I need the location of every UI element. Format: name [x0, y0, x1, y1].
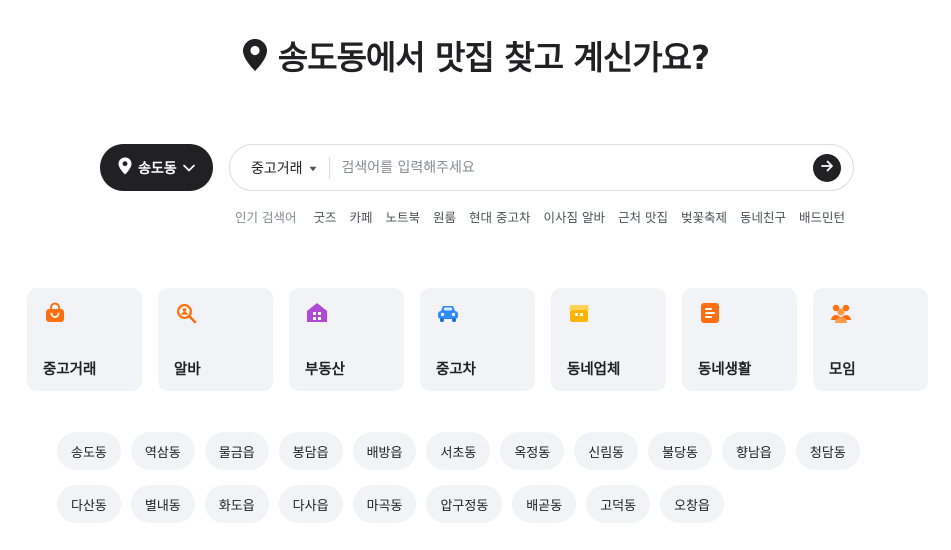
neighborhood-chip[interactable]: 서초동	[426, 432, 491, 470]
category-label: 부동산	[305, 362, 346, 378]
location-pin-icon	[118, 157, 132, 179]
neighborhood-chip[interactable]: 배방읍	[352, 432, 417, 470]
search-input[interactable]	[329, 158, 813, 177]
neighborhood-chip[interactable]: 물금읍	[204, 432, 269, 470]
category-label: 중고차	[436, 362, 477, 378]
car-icon	[436, 301, 460, 325]
hero-title: 송도동에서 맛집 찾고 계신가요?	[0, 30, 951, 80]
popular-keyword[interactable]: 카페	[350, 207, 373, 226]
neighborhood-chip[interactable]: 다사읍	[278, 485, 343, 523]
store-icon	[567, 301, 591, 325]
search-submit-button[interactable]	[813, 153, 841, 182]
category-used-goods[interactable]: 중고거래	[27, 288, 142, 391]
popular-keywords-label: 인기 검색어	[235, 209, 297, 225]
category-label: 알바	[174, 362, 201, 378]
location-label: 송도동	[138, 160, 177, 177]
category-label: 동네생활	[698, 362, 752, 378]
category-list: 중고거래 알바 부동산 중고차 동네업체 동네생활 모임	[27, 288, 928, 391]
popular-keyword[interactable]: 배드민턴	[799, 207, 845, 226]
neighborhood-chip[interactable]: 송도동	[57, 432, 121, 470]
neighborhood-chip[interactable]: 다산동	[57, 485, 121, 523]
group-icon	[829, 301, 853, 325]
neighborhood-chip[interactable]: 별내동	[130, 485, 195, 523]
search-person-icon	[174, 301, 198, 325]
neighborhood-chip[interactable]: 화도읍	[204, 485, 269, 523]
caret-down-icon	[309, 160, 317, 176]
category-label: 동네업체	[567, 362, 621, 378]
neighborhood-chip[interactable]: 압구정동	[426, 485, 503, 523]
popular-keyword[interactable]: 원룸	[433, 207, 456, 226]
popular-keyword[interactable]: 굿즈	[313, 207, 336, 226]
category-label: 중고거래	[43, 362, 97, 378]
neighborhood-chip[interactable]: 청담동	[795, 432, 860, 470]
chevron-down-icon	[183, 160, 195, 176]
location-pin-icon	[242, 38, 268, 72]
popular-keyword[interactable]: 노트북	[386, 207, 421, 226]
location-selector-button[interactable]: 송도동	[100, 144, 213, 191]
category-part-time[interactable]: 알바	[158, 288, 273, 391]
popular-keyword[interactable]: 벚꽃축제	[681, 207, 727, 226]
neighborhood-chip[interactable]: 봉담읍	[278, 432, 343, 470]
category-label: 모임	[829, 362, 856, 378]
shopping-bag-icon	[43, 301, 67, 325]
popular-keyword[interactable]: 근처 맛집	[618, 207, 668, 226]
category-community[interactable]: 동네생활	[682, 288, 797, 391]
category-used-car[interactable]: 중고차	[420, 288, 535, 391]
house-icon	[305, 301, 329, 325]
neighborhood-chip[interactable]: 신림동	[574, 432, 639, 470]
neighborhood-chip[interactable]: 배곧동	[512, 485, 577, 523]
popular-keyword[interactable]: 동네친구	[740, 207, 786, 226]
neighborhood-chip-list: 송도동 역삼동 물금읍 봉담읍 배방읍 서초동 옥정동 신림동 불당동 향남읍 …	[57, 432, 877, 523]
neighborhood-chip[interactable]: 옥정동	[500, 432, 565, 470]
neighborhood-chip[interactable]: 역삼동	[130, 432, 195, 470]
category-local-business[interactable]: 동네업체	[551, 288, 666, 391]
search-category-label: 중고거래	[251, 160, 303, 177]
arrow-right-icon	[820, 158, 834, 177]
neighborhood-chip[interactable]: 향남읍	[722, 432, 786, 470]
search-category-select[interactable]: 중고거래	[230, 156, 330, 179]
hero-title-text: 송도동에서 맛집 찾고 계신가요?	[277, 38, 710, 77]
search-bar: 중고거래	[229, 144, 854, 191]
neighborhood-chip[interactable]: 불당동	[648, 432, 713, 470]
neighborhood-chip[interactable]: 마곡동	[352, 485, 417, 523]
neighborhood-chip[interactable]: 오창읍	[660, 485, 724, 523]
neighborhood-chip[interactable]: 고덕동	[586, 485, 651, 523]
popular-keyword[interactable]: 현대 중고차	[469, 207, 530, 226]
popular-keywords: 인기 검색어 굿즈 카페 노트북 원룸 현대 중고차 이사짐 알바 근처 맛집 …	[235, 206, 848, 226]
category-real-estate[interactable]: 부동산	[289, 288, 404, 391]
note-icon	[698, 301, 722, 325]
popular-keyword[interactable]: 이사짐 알바	[544, 207, 605, 226]
category-meetup[interactable]: 모임	[813, 288, 928, 391]
